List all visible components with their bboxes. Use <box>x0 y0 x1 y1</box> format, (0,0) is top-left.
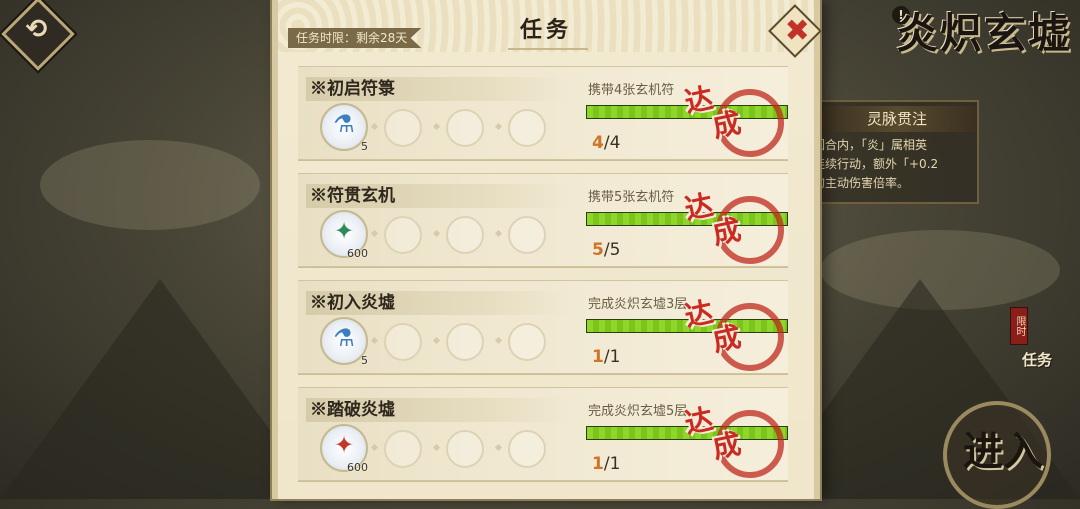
reward-count: 5 <box>361 354 368 367</box>
empty-reward-slot <box>446 323 484 361</box>
buff-info-panel: 灵脉贯注 回合内，「炎」属相英 连续行动，额外「+0.2 的主动伤害倍率。 <box>805 100 979 204</box>
task-card: ※踏破炎墟 ✦ 600 完成炎炽玄墟5层 1/1 达成 <box>298 387 788 482</box>
game-title-logo: 炎炽玄墟 <box>895 9 1072 58</box>
slot-divider <box>494 229 503 238</box>
empty-reward-slot <box>508 216 546 254</box>
background-cloud <box>40 140 260 230</box>
task-panel: 任务时限：剩余28天 任务 ✖ ※初启符箓 ⚗ 5 携带4张玄机符 4/4 达成 <box>272 0 822 499</box>
reward-glyph: ⚗ <box>333 324 355 352</box>
stamp-text: 达成 <box>682 292 744 361</box>
buff-line: 的主动伤害倍率。 <box>813 176 910 190</box>
reward-glyph: ✦ <box>333 431 355 459</box>
slot-divider <box>370 443 379 452</box>
task-side-label: 任务 <box>1022 351 1053 369</box>
progress-current: 1 <box>592 347 604 367</box>
slot-divider <box>432 336 441 345</box>
empty-reward-slot <box>446 430 484 468</box>
red-coin-icon[interactable]: ✦ 600 <box>320 424 368 474</box>
progress-total: /1 <box>603 454 621 474</box>
task-name: ※初入炎墟 <box>306 291 570 315</box>
enter-button[interactable]: 进入 <box>935 395 1055 509</box>
task-name: ※初启符箓 <box>306 77 570 101</box>
slot-divider <box>370 229 379 238</box>
task-objective: 携带5张玄机符 <box>588 190 675 205</box>
reward-count: 600 <box>347 461 368 474</box>
buff-line: 回合内，「炎」属相英 <box>813 138 928 152</box>
empty-reward-slot <box>508 109 546 147</box>
slot-divider <box>370 336 379 345</box>
completed-stamp-icon: 达成 <box>682 295 784 373</box>
task-card: ※符贯玄机 ✦ 600 携带5张玄机符 5/5 达成 <box>298 173 788 268</box>
progress-text: 5/5 <box>592 240 620 260</box>
slot-divider <box>432 443 441 452</box>
empty-reward-slot <box>384 216 422 254</box>
task-name: ※踏破炎墟 <box>306 398 570 422</box>
task-objective: 完成炎炽玄墟3层 <box>588 297 688 312</box>
buff-description: 回合内，「炎」属相英 连续行动，额外「+0.2 的主动伤害倍率。 <box>813 136 971 193</box>
progress-total: /4 <box>603 133 621 153</box>
enter-label: 进入 <box>963 428 1043 475</box>
empty-reward-slot <box>446 109 484 147</box>
progress-current: 5 <box>592 240 604 260</box>
divider-ornament <box>508 48 588 58</box>
empty-reward-slot <box>384 323 422 361</box>
slot-divider <box>494 122 503 131</box>
reward-count: 600 <box>347 247 368 260</box>
empty-reward-slot <box>446 216 484 254</box>
progress-total: /5 <box>603 240 621 260</box>
slot-divider <box>494 336 503 345</box>
slot-divider <box>432 229 441 238</box>
stamp-text: 达成 <box>682 399 744 468</box>
jade-coin-icon[interactable]: ✦ 600 <box>320 210 368 260</box>
back-arrow-icon: ⟲ <box>25 14 48 45</box>
task-objective: 完成炎炽玄墟5层 <box>588 404 688 419</box>
progress-text: 1/1 <box>592 454 620 474</box>
progress-text: 1/1 <box>592 347 620 367</box>
buff-line: 连续行动，额外「+0.2 <box>813 157 939 171</box>
buff-title: 灵脉贯注 <box>817 106 977 132</box>
reward-glyph: ⚗ <box>333 110 355 138</box>
empty-reward-slot <box>508 323 546 361</box>
reward-count: 5 <box>361 140 368 153</box>
back-button[interactable]: ⟲ <box>1 0 75 71</box>
progress-total: /1 <box>603 347 621 367</box>
completed-stamp-icon: 达成 <box>682 81 784 159</box>
task-card: ※初启符箓 ⚗ 5 携带4张玄机符 4/4 达成 <box>298 66 788 161</box>
slot-divider <box>432 122 441 131</box>
progress-text: 4/4 <box>592 133 620 153</box>
task-card: ※初入炎墟 ⚗ 5 完成炎炽玄墟3层 1/1 达成 <box>298 280 788 375</box>
empty-reward-slot <box>384 430 422 468</box>
progress-current: 4 <box>592 133 604 153</box>
slot-divider <box>494 443 503 452</box>
potion-bottle-icon[interactable]: ⚗ 5 <box>320 103 368 153</box>
stamp-text: 达成 <box>682 185 744 254</box>
close-icon: ✖ <box>784 13 810 49</box>
empty-reward-slot <box>384 109 422 147</box>
completed-stamp-icon: 达成 <box>682 402 784 480</box>
panel-title: 任务 <box>519 17 572 43</box>
limited-time-flag: 限时 <box>1010 307 1028 345</box>
stamp-text: 达成 <box>682 78 744 147</box>
slot-divider <box>370 122 379 131</box>
task-side-button[interactable]: 限时 任务 <box>1010 305 1070 375</box>
reward-glyph: ✦ <box>333 217 355 245</box>
potion-bottle-icon[interactable]: ⚗ 5 <box>320 317 368 367</box>
completed-stamp-icon: 达成 <box>682 188 784 266</box>
task-objective: 携带4张玄机符 <box>588 83 675 98</box>
empty-reward-slot <box>508 430 546 468</box>
progress-current: 1 <box>592 454 604 474</box>
task-name: ※符贯玄机 <box>306 184 570 208</box>
